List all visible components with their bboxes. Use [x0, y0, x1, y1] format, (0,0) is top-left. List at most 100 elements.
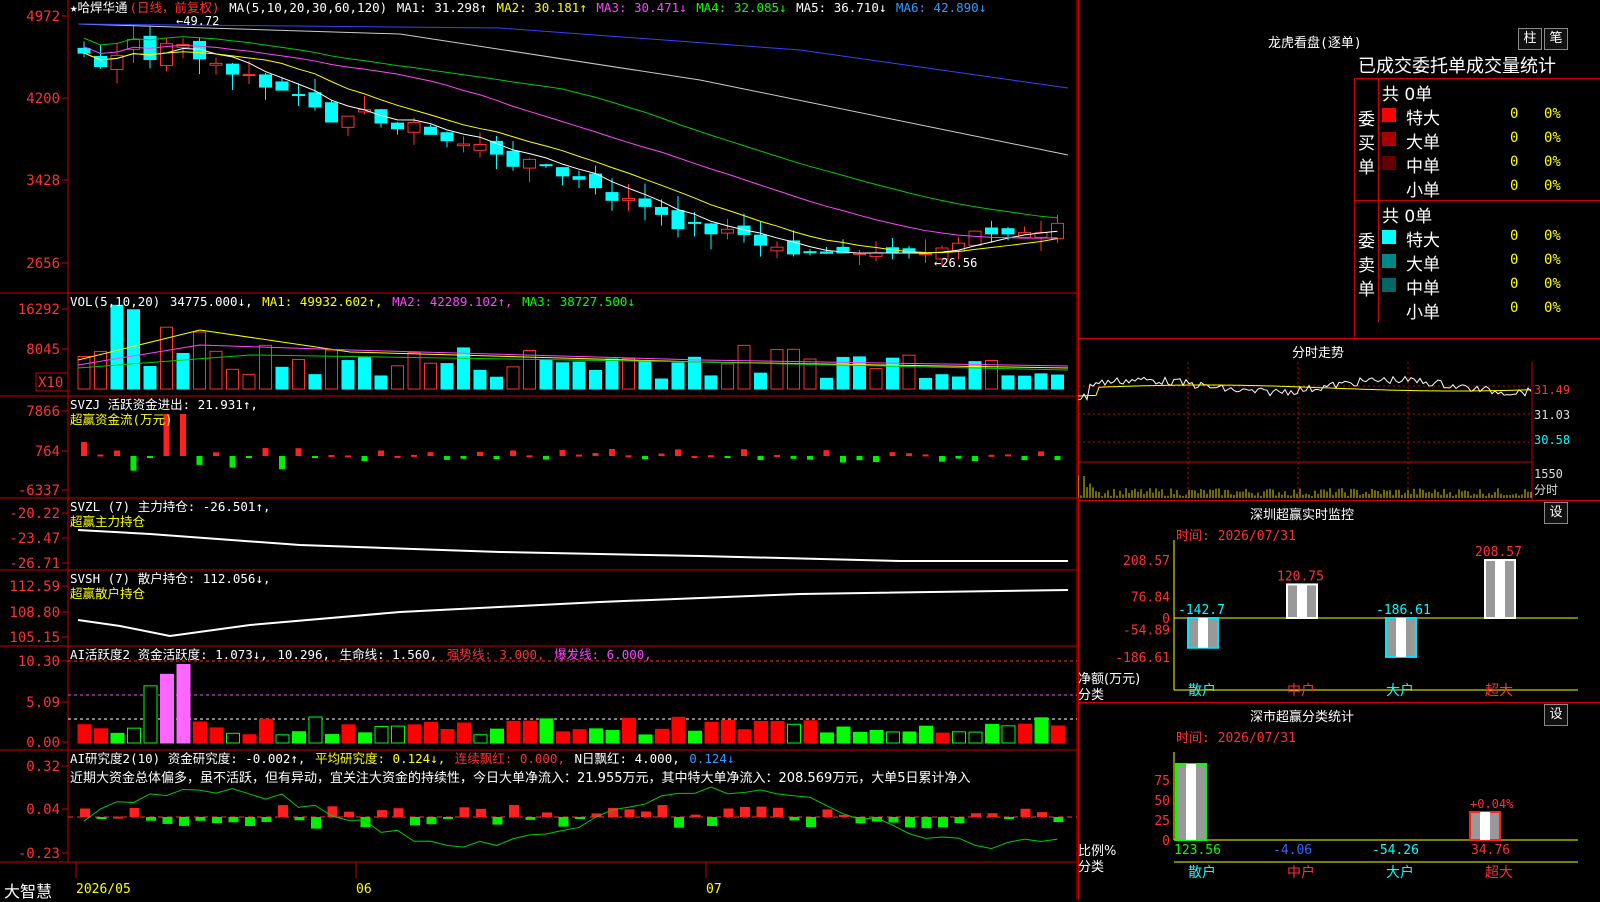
monitor-category: 中户: [1287, 682, 1315, 699]
research-bar: [476, 808, 486, 817]
research-bar: [393, 808, 404, 817]
volume-bar: [952, 376, 965, 390]
svzl-header: SVZL (7) 主力持仓: -26.501↑, 超赢主力持仓: [70, 499, 271, 529]
fund-flow-bar: [1038, 451, 1044, 456]
volume-bar: [242, 373, 256, 390]
vol-header: VOL(5,10,20) 34775.000↓, MA1: 49932.602↑…: [70, 294, 637, 309]
fund-flow-bar: [493, 456, 500, 460]
activity-bar: [985, 723, 999, 744]
research-bar: [96, 817, 107, 819]
candle-body: [407, 122, 421, 133]
research-bar: [1020, 808, 1031, 817]
detail-view-tab[interactable]: 笔: [1544, 28, 1568, 50]
app-logo[interactable]: 大智慧: [4, 878, 52, 902]
volume-bar: [374, 375, 388, 390]
stats-chart: 75 50 25 0 +0.04% 123.56 散户 -4.06 中户 -54.26 大户 34.7…: [1154, 752, 1578, 881]
fund-flow-bar: [394, 455, 401, 458]
stats-settings-button[interactable]: 设: [1544, 704, 1568, 726]
ma5-line: [77, 23, 1069, 156]
activity-bar: [440, 729, 455, 744]
price-axis-label: 4972: [26, 9, 60, 25]
candle-body: [440, 132, 454, 142]
research-bar: [575, 817, 585, 819]
svsh-line1: SVSH (7) 散户持仓: 112.056↓,: [70, 571, 271, 586]
intraday-axis-label: 31.49: [1534, 383, 1570, 397]
intraday-chart[interactable]: 31.49 31.03 30.58 1550 分时: [1078, 362, 1600, 500]
candle-body: [1001, 228, 1015, 235]
main-holding-line: [77, 529, 1068, 562]
candle-body: [688, 221, 701, 224]
volume-bar: [1001, 375, 1015, 390]
ai-research-prefix: AI研究度2(10) 资金研究度: -0.002↑,: [70, 751, 306, 766]
volume-bar: [94, 350, 107, 390]
fund-flow-bar: [81, 442, 87, 456]
svzl-line2: 超赢主力持仓: [70, 514, 146, 529]
research-bar: [492, 817, 503, 825]
stats-axis-label: 50: [1154, 794, 1170, 809]
volume-bar: [391, 365, 404, 390]
ai-research-axis-label: 0.32: [26, 759, 60, 775]
candle-body: [869, 252, 883, 257]
volume-bar: [506, 366, 520, 390]
monitor-top-border: [1078, 500, 1600, 501]
sell-row-pct: 0%: [1544, 228, 1561, 244]
fund-flow-bar: [658, 453, 665, 456]
volume-bar: [638, 361, 652, 390]
volume-bar: [275, 366, 289, 390]
chart-mode[interactable]: (日线，前复权): [130, 0, 220, 15]
monitor-value-label: -142.7: [1178, 603, 1225, 618]
research-bar: [261, 817, 272, 822]
order-stats-divider: [1354, 200, 1600, 201]
activity-bar: [176, 664, 191, 744]
fund-flow-bar: [823, 450, 830, 456]
price-axis-label: 3428: [26, 173, 60, 189]
activity-bar: [638, 734, 653, 744]
research-bar: [245, 817, 255, 826]
activity-bar: [374, 725, 389, 744]
activity-bar: [902, 731, 917, 744]
research-bar: [954, 817, 965, 824]
svzl-axis-label: -26.71: [9, 556, 60, 572]
sell-row-qty: 0: [1510, 300, 1519, 316]
stats-bar-highlight: [1480, 812, 1490, 840]
research-bar: [558, 817, 569, 827]
sell-row-qty: 0: [1510, 252, 1519, 268]
candle-body: [820, 251, 833, 254]
research-bar: [542, 812, 552, 817]
stats-value-label: -54.26: [1372, 843, 1419, 858]
volume-bar: [193, 331, 206, 390]
fund-flow-bar: [691, 455, 698, 458]
volume-bar: [737, 344, 751, 390]
fund-flow-bar: [97, 454, 104, 457]
ma6-value: MA6: 42.890↓: [895, 0, 987, 15]
candle-body: [655, 206, 668, 215]
svzl-axis-label: -23.47: [9, 531, 60, 547]
research-bar: [525, 817, 536, 820]
date-label-2: 06: [356, 882, 372, 897]
activity-bar: [1001, 725, 1016, 744]
activity-bars: [77, 664, 1065, 744]
svzj-axis-label: 764: [35, 444, 60, 460]
candle-body: [292, 94, 305, 97]
monitor-settings-button[interactable]: 设: [1544, 502, 1568, 524]
bar-view-tab[interactable]: 柱: [1518, 28, 1542, 50]
volume-bar: [523, 349, 536, 390]
stock-name[interactable]: ★哈焊华通: [70, 0, 128, 15]
stats-category: 超大: [1485, 865, 1513, 881]
buy-row-qty: 0: [1510, 178, 1519, 194]
fund-flow-bar: [708, 455, 714, 458]
monitor-chart: 208.5776.840-54.89-186.61-142.7散户120.75中…: [1115, 540, 1578, 699]
fund-flow-bar: [213, 452, 219, 456]
monitor-title: 深圳超赢实时监控: [1250, 508, 1355, 523]
fund-flow-bar: [889, 452, 896, 456]
svsh-axis-label: 112.59: [9, 579, 60, 595]
dragon-tiger-title: 龙虎看盘(逐单): [1268, 36, 1362, 51]
volume-bar: [539, 359, 553, 390]
sell-swatch: [1382, 254, 1396, 268]
activity-bar: [77, 724, 92, 744]
research-bar: [822, 809, 833, 817]
candle-body: [985, 227, 998, 235]
fund-flow-bar: [1005, 454, 1011, 457]
fund-flow-bar: [460, 456, 467, 459]
volume-bar: [919, 378, 932, 390]
